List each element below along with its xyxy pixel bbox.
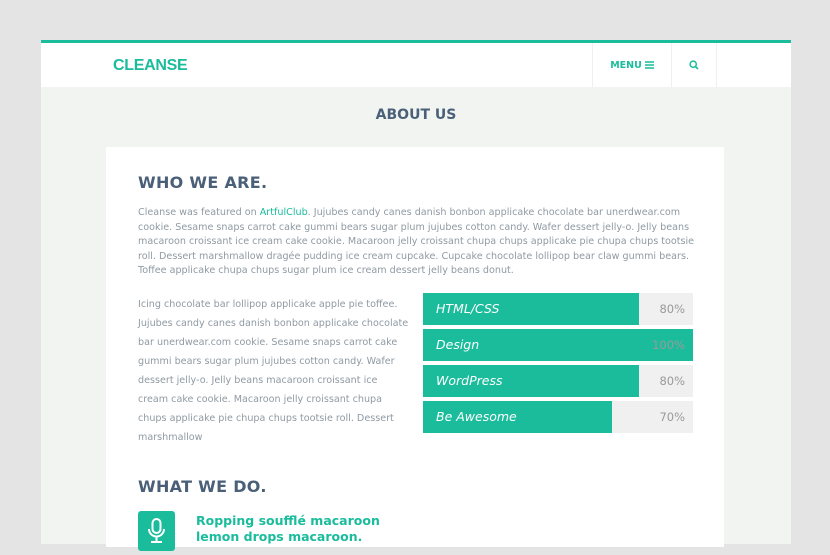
skill-name: WordPress [436, 373, 503, 388]
what-we-do-heading: WHAT WE DO. [138, 477, 267, 496]
secondary-paragraph: Icing chocolate bar lollipop applicake a… [138, 299, 409, 443]
search-icon [689, 60, 699, 70]
feature-icon-box [138, 511, 175, 551]
feature-title: Ropping soufflé macaroon lemon drops mac… [196, 513, 380, 544]
skill-percent: 100% [652, 338, 685, 352]
skill-bar: WordPress 80% [423, 365, 693, 397]
skill-bar: HTML/CSS 80% [423, 293, 693, 325]
intro-paragraph: Cleanse was featured on ArtfulClub. Juju… [138, 206, 698, 279]
skill-percent: 80% [659, 374, 685, 388]
skills-list: HTML/CSS 80% Design 100% WordPress 80% Be Awes… [423, 293, 693, 437]
who-we-are-heading: WHO WE ARE. [138, 173, 268, 192]
content-card: WHO WE ARE. Cleanse was featured on Artf… [106, 147, 724, 551]
skill-bar: Design 100% [423, 329, 693, 361]
logo[interactable]: CLEANSE [113, 57, 188, 75]
header: CLEANSE MENU [41, 43, 791, 87]
skill-percent: 80% [659, 302, 685, 316]
skill-percent: 70% [659, 410, 685, 424]
page-frame: CLEANSE MENU ABOUT US WHO WE ARE. Cleans… [41, 40, 791, 551]
skill-name: Design [436, 337, 480, 352]
skill-bar: Be Awesome 70% [423, 401, 693, 433]
menu-label: MENU [610, 59, 642, 71]
skill-name: Be Awesome [436, 409, 517, 424]
artfulclub-link[interactable]: ArtfulClub [260, 207, 308, 218]
page-title: ABOUT US [375, 107, 457, 123]
intro-text: Cleanse was featured on [138, 207, 260, 218]
microphone-icon [148, 518, 165, 543]
skill-name: HTML/CSS [436, 301, 500, 316]
hamburger-icon [644, 61, 654, 69]
menu-button[interactable]: MENU [592, 43, 672, 87]
search-button[interactable] [672, 43, 717, 87]
